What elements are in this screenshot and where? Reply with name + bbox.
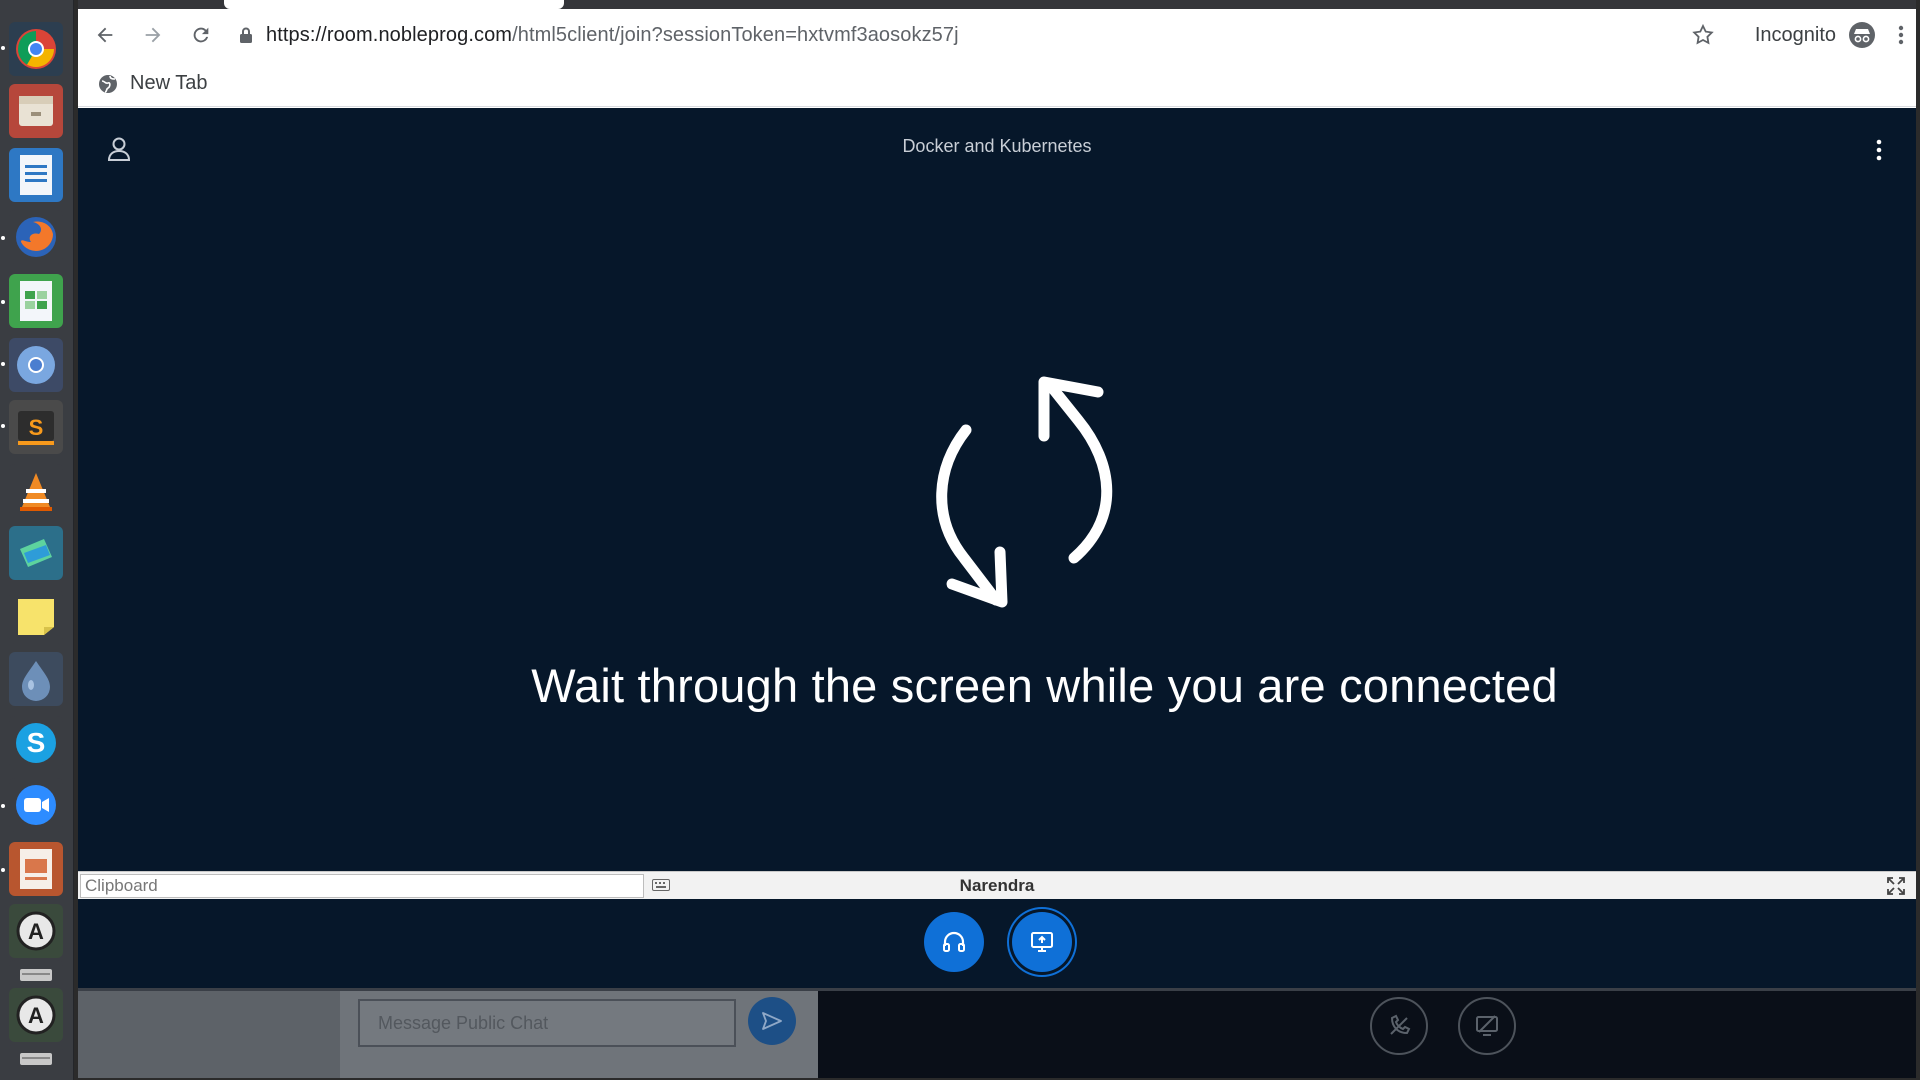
session-title: Docker and Kubernetes bbox=[902, 136, 1092, 156]
bookmark-label: New Tab bbox=[130, 72, 208, 94]
launcher-pip bbox=[1, 804, 5, 808]
incognito-label: Incognito bbox=[1754, 23, 1836, 46]
software-center-icon[interactable]: A bbox=[9, 988, 63, 1042]
calc-icon[interactable] bbox=[9, 274, 63, 328]
url-text: https://room.nobleprog.com/html5client/j… bbox=[266, 24, 959, 47]
address-bar[interactable]: https://room.nobleprog.com/html5client/j… bbox=[238, 16, 1676, 54]
send-icon bbox=[762, 1012, 782, 1030]
chat-message-input[interactable]: Message Public Chat bbox=[358, 999, 736, 1047]
back-arrow-icon bbox=[97, 27, 113, 43]
incognito-icon[interactable] bbox=[1848, 21, 1876, 49]
launcher-pip bbox=[1, 300, 5, 304]
meeting-page: Docker and Kubernetes Wait through the s… bbox=[78, 108, 1916, 1078]
viewer-name: Narendra bbox=[959, 876, 1035, 895]
launcher-pip bbox=[1, 362, 5, 366]
drive-icon-2[interactable] bbox=[9, 1044, 63, 1074]
connecting-message: Wait through the screen while you are co… bbox=[531, 659, 1558, 712]
drop-icon[interactable] bbox=[9, 652, 63, 706]
launcher-pip bbox=[1, 424, 5, 428]
share-screen-button[interactable] bbox=[1012, 912, 1072, 972]
bookmark-new-tab[interactable]: New Tab bbox=[98, 72, 207, 95]
globe-icon bbox=[99, 74, 117, 93]
url-path: /html5client/join?sessionToken=hxtvmf3ao… bbox=[512, 23, 959, 46]
send-message-button[interactable] bbox=[748, 997, 796, 1045]
svg-text:A: A bbox=[28, 1003, 44, 1028]
screen-share-icon bbox=[1031, 932, 1053, 952]
impress-icon[interactable] bbox=[9, 842, 63, 896]
reload-icon bbox=[193, 27, 209, 43]
chat-pane: Message Public Chat bbox=[78, 991, 818, 1078]
join-audio-button[interactable] bbox=[924, 912, 984, 972]
reconnect-arrows-icon bbox=[936, 376, 1113, 608]
svg-text:S: S bbox=[29, 415, 44, 440]
forward-button[interactable] bbox=[132, 14, 174, 56]
fullscreen-icon[interactable] bbox=[1886, 876, 1906, 896]
back-button[interactable] bbox=[84, 14, 126, 56]
active-tab[interactable] bbox=[224, 0, 564, 9]
skype-icon[interactable]: S bbox=[9, 716, 63, 770]
svg-text:S: S bbox=[27, 727, 46, 758]
chrome-menu-icon[interactable] bbox=[1896, 23, 1906, 47]
forward-arrow-icon bbox=[145, 27, 161, 43]
sublime-icon[interactable]: S bbox=[9, 400, 63, 454]
svg-text:A: A bbox=[28, 919, 44, 944]
chat-sidebar bbox=[78, 991, 340, 1078]
bookmark-star-icon[interactable] bbox=[1691, 23, 1715, 47]
chrome-icon[interactable] bbox=[9, 22, 63, 76]
leave-audio-button[interactable] bbox=[1370, 997, 1428, 1055]
screen-share-off-icon bbox=[1476, 1015, 1498, 1036]
reload-button[interactable] bbox=[180, 14, 222, 56]
url-host: https://room.nobleprog.com bbox=[266, 23, 513, 46]
tab-strip bbox=[78, 0, 1916, 9]
launcher-pip bbox=[1, 236, 5, 240]
bookmarks-bar: New Tab bbox=[78, 61, 1916, 107]
launcher-pip bbox=[1, 46, 5, 50]
stop-share-button[interactable] bbox=[1458, 997, 1516, 1055]
lock-icon bbox=[240, 27, 252, 43]
background-meeting-view: Message Public Chat bbox=[78, 988, 1916, 1078]
remote-desktop-bar: Narendra bbox=[78, 871, 1916, 899]
action-bar bbox=[78, 900, 1916, 986]
writer-icon[interactable] bbox=[9, 148, 63, 202]
browser-toolbar: https://room.nobleprog.com/html5client/j… bbox=[78, 9, 1916, 61]
ubuntu-launcher: S S A A bbox=[0, 0, 74, 1080]
chromium-icon[interactable] bbox=[9, 338, 63, 392]
phone-off-icon bbox=[1390, 1014, 1411, 1035]
zoom-icon[interactable] bbox=[9, 778, 63, 832]
vlc-icon[interactable] bbox=[9, 464, 63, 518]
headphones-icon bbox=[943, 931, 965, 952]
browser-window: https://room.nobleprog.com/html5client/j… bbox=[78, 0, 1916, 1078]
launcher-pip bbox=[1, 868, 5, 872]
software-updater-icon[interactable]: A bbox=[9, 904, 63, 958]
teamviewer-icon[interactable] bbox=[9, 526, 63, 580]
toolbar-right: Incognito bbox=[1691, 18, 1906, 52]
firefox-icon[interactable] bbox=[9, 210, 63, 264]
sticky-notes-icon[interactable] bbox=[9, 590, 63, 644]
session-header: Docker and Kubernetes bbox=[78, 108, 1916, 188]
files-icon[interactable] bbox=[9, 84, 63, 138]
drive-icon[interactable] bbox=[9, 960, 63, 990]
options-menu-icon[interactable] bbox=[1872, 136, 1886, 166]
